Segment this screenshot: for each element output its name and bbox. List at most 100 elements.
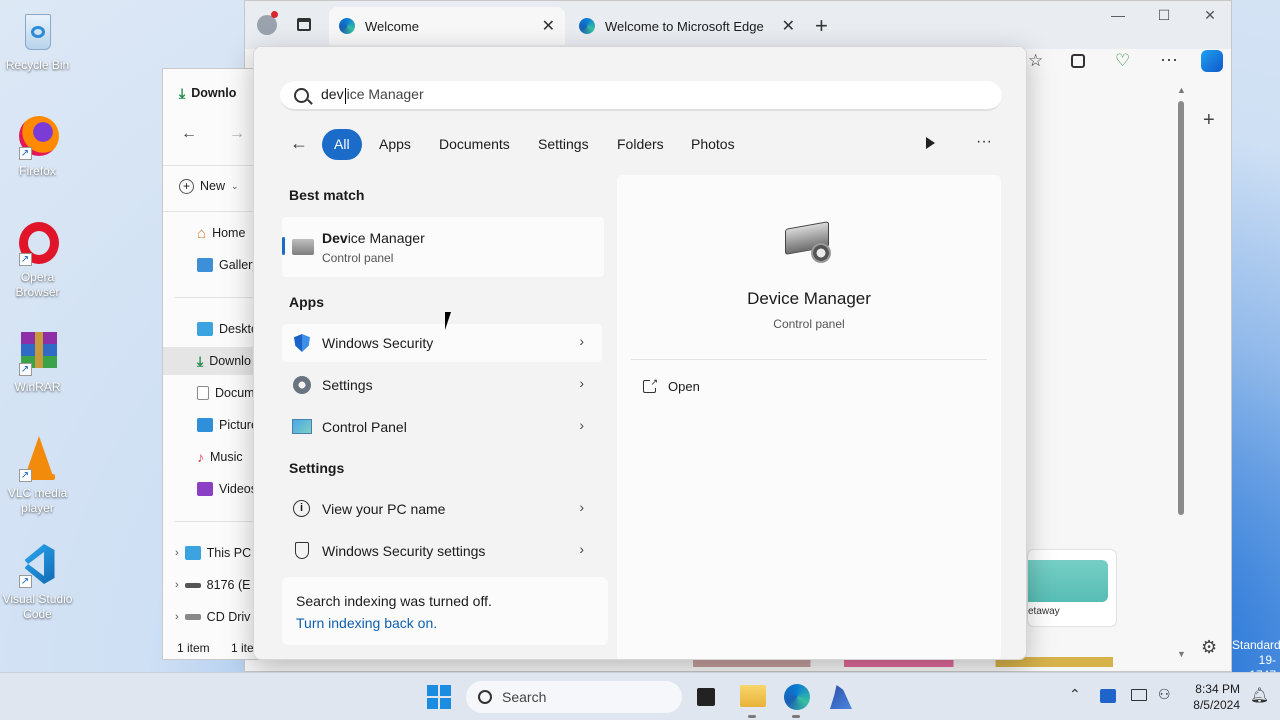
- filter-documents[interactable]: Documents: [427, 129, 522, 160]
- taskbar-search-box[interactable]: Search: [466, 681, 682, 713]
- chevron-right-icon[interactable]: ›: [579, 541, 584, 557]
- nav-item-documents[interactable]: Docum: [197, 379, 255, 407]
- scrollbar-thumb[interactable]: [1178, 101, 1184, 515]
- preview-subtitle: Control panel: [773, 317, 845, 331]
- chevron-down-icon: ⌄: [231, 180, 239, 191]
- result-windows-security-settings[interactable]: Windows Security settings ›: [282, 532, 602, 570]
- nav-item-this-pc[interactable]: › This PC: [175, 539, 251, 567]
- result-control-panel[interactable]: Control Panel ›: [282, 408, 602, 446]
- turn-indexing-on-link[interactable]: Turn indexing back on.: [296, 615, 437, 631]
- nav-item-videos[interactable]: Videos: [197, 475, 257, 503]
- recycle-bin-icon: [15, 8, 61, 54]
- desktop-icon-firefox[interactable]: ↗ Firefox: [0, 114, 75, 179]
- edge-icon: [579, 18, 595, 34]
- result-windows-security[interactable]: Windows Security ›: [282, 324, 602, 362]
- more-options-icon[interactable]: ···: [976, 133, 992, 151]
- tab-actions-icon[interactable]: [297, 18, 311, 31]
- network-app-icon[interactable]: [1100, 689, 1116, 703]
- show-hidden-icons[interactable]: ⌃: [1069, 686, 1081, 703]
- forward-arrow-icon[interactable]: →: [229, 125, 245, 143]
- nav-item-home[interactable]: ⌂ Home: [197, 219, 245, 247]
- vlc-icon: ↗: [15, 436, 61, 482]
- display-icon[interactable]: [1131, 689, 1147, 701]
- desktop-icon-label: VLC media player: [7, 486, 68, 515]
- tab-welcome-to-edge[interactable]: Welcome to Microsoft Edge ✕: [569, 7, 805, 45]
- network-icon[interactable]: ⚇: [1158, 686, 1171, 703]
- desktop-icon-vlc[interactable]: ↗ VLC media player: [0, 436, 75, 516]
- page-card[interactable]: etaway: [1027, 549, 1117, 627]
- file-explorer-taskbar-icon[interactable]: [740, 685, 766, 707]
- app-taskbar-icon[interactable]: [830, 685, 852, 709]
- chevron-right-icon[interactable]: ›: [579, 333, 584, 349]
- filter-all[interactable]: All: [322, 129, 362, 160]
- download-icon: ⤓: [197, 352, 204, 369]
- close-window-icon[interactable]: ✕: [1187, 7, 1233, 29]
- desktop-icon-label: WinRAR: [14, 380, 61, 394]
- close-tab-icon[interactable]: ✕: [542, 16, 555, 36]
- windows-search-panel: dev ice Manager ← All Apps Documents Sett…: [253, 46, 1027, 660]
- taskbar-search-placeholder: Search: [502, 689, 547, 705]
- nav-label: Videos: [219, 482, 257, 496]
- play-icon[interactable]: [926, 137, 935, 149]
- preview-title: Device Manager: [747, 289, 871, 308]
- back-arrow-icon[interactable]: ←: [290, 133, 308, 154]
- maximize-icon[interactable]: ☐: [1141, 7, 1187, 29]
- desktop-icon-winrar[interactable]: ↗ WinRAR: [0, 330, 75, 395]
- nav-item-music[interactable]: ♪ Music: [197, 443, 243, 471]
- best-match-heading: Best match: [289, 187, 365, 203]
- explorer-tab[interactable]: ⤓ Downlo: [179, 79, 236, 107]
- back-arrow-icon[interactable]: ←: [181, 125, 197, 143]
- title-match: Dev: [322, 230, 348, 246]
- profile-icon[interactable]: [257, 11, 278, 35]
- nav-item-drive-e[interactable]: › 8176 (E: [175, 571, 250, 599]
- page-scrollbar[interactable]: ▲ ▼: [1177, 85, 1186, 663]
- indexing-notice: Search indexing was turned off. Turn ind…: [282, 577, 608, 645]
- filter-settings[interactable]: Settings: [526, 129, 601, 160]
- nav-item-pictures[interactable]: Picture: [197, 411, 258, 439]
- filter-photos[interactable]: Photos: [679, 129, 747, 160]
- search-input[interactable]: dev ice Manager: [280, 81, 1002, 111]
- desktop-icon-vscode[interactable]: ↗ Visual Studio Code: [0, 542, 75, 622]
- favorites-icon[interactable]: ☆: [1028, 51, 1043, 71]
- edge-settings-icon[interactable]: ⚙: [1201, 637, 1217, 658]
- chevron-right-icon[interactable]: ›: [579, 499, 584, 515]
- close-tab-icon[interactable]: ✕: [782, 16, 795, 36]
- taskbar: Search ⌃ ⚇ 8:34 PM 8/5/2024 🔔︎: [0, 672, 1280, 720]
- clock[interactable]: 8:34 PM 8/5/2024: [1186, 681, 1240, 713]
- nav-label: 8176 (E: [206, 578, 251, 592]
- start-button[interactable]: [427, 685, 451, 709]
- best-match-result[interactable]: Device Manager Control panel: [282, 217, 604, 277]
- nav-item-cd-drive[interactable]: › CD Driv: [175, 603, 250, 631]
- edge-taskbar-icon[interactable]: [784, 684, 810, 710]
- notifications-icon[interactable]: 🔔︎: [1250, 686, 1269, 704]
- chevron-right-icon[interactable]: ›: [579, 375, 584, 391]
- desktop-icon-recycle-bin[interactable]: Recycle Bin: [0, 8, 75, 73]
- copilot-icon[interactable]: [1201, 50, 1223, 72]
- open-action[interactable]: ↗ Open: [643, 377, 700, 394]
- collections-icon[interactable]: [1071, 54, 1085, 68]
- tab-welcome[interactable]: Welcome ✕: [329, 7, 565, 45]
- filter-apps[interactable]: Apps: [367, 129, 423, 160]
- nav-item-gallery[interactable]: Gallery: [197, 251, 259, 279]
- status-item-count: 1 item: [177, 641, 210, 655]
- result-view-pc-name[interactable]: i View your PC name ›: [282, 490, 602, 528]
- minimize-icon[interactable]: —: [1095, 7, 1141, 29]
- browser-essentials-icon[interactable]: ♡: [1115, 51, 1130, 71]
- nav-label: Music: [210, 450, 243, 464]
- result-settings-app[interactable]: Settings ›: [282, 366, 602, 404]
- shield-icon: [292, 333, 312, 353]
- desktop-icon-label: Visual Studio Code: [2, 592, 73, 621]
- desktop-icon-opera[interactable]: ↗ Opera Browser: [0, 220, 75, 300]
- sidebar-add-icon[interactable]: +: [1203, 109, 1215, 132]
- filter-folders[interactable]: Folders: [605, 129, 676, 160]
- chevron-right-icon[interactable]: ›: [579, 417, 584, 433]
- query-typed: dev: [321, 86, 344, 103]
- new-tab-icon[interactable]: +: [815, 13, 828, 39]
- nav-item-desktop[interactable]: Deskto: [197, 315, 258, 343]
- more-options-icon[interactable]: ···: [1160, 49, 1178, 70]
- new-button[interactable]: + New ⌄: [179, 172, 239, 200]
- chevron-right-icon: ›: [175, 547, 179, 559]
- task-view-icon[interactable]: [697, 688, 715, 706]
- plus-circle-icon: +: [179, 178, 194, 194]
- open-external-icon: ↗: [643, 377, 658, 393]
